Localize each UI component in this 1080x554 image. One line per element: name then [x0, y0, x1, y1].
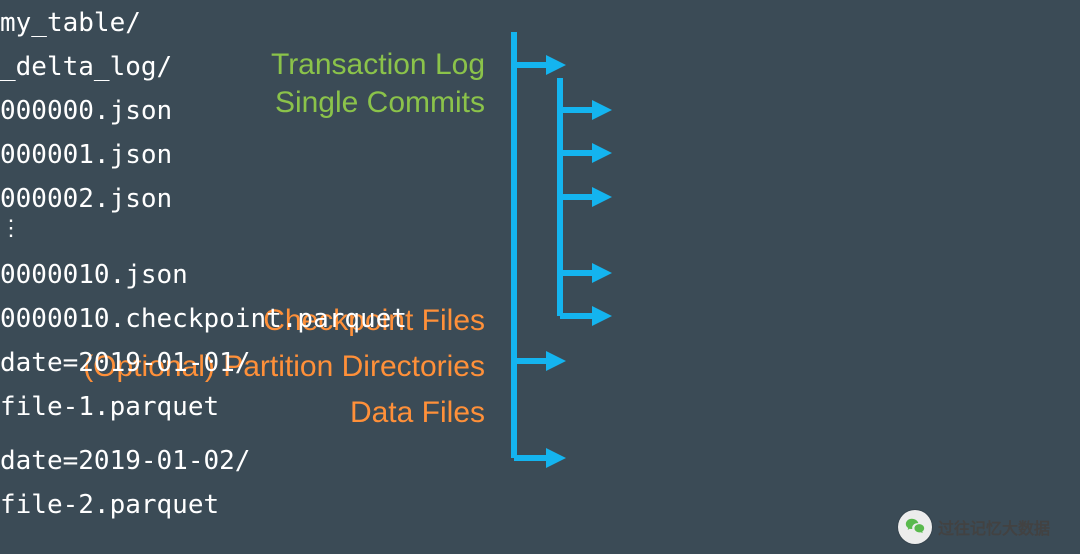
label-line: Single Commits — [275, 86, 485, 119]
tree-commit: 000001.json — [0, 140, 172, 170]
tree-commit-last: 0000010.json — [0, 260, 188, 290]
tree-partition: date=2019-01-02/ — [0, 446, 250, 476]
watermark: 过往记忆大数据 — [898, 510, 1050, 544]
tree-commit: 000000.json — [0, 96, 172, 126]
tree-file: file-2.parquet — [0, 490, 219, 520]
tree-root: my_table/ — [0, 8, 141, 38]
tree-partition: date=2019-01-01/ — [0, 348, 250, 378]
tree-delta-log: _delta_log/ — [0, 52, 172, 82]
tree-commit: 000002.json — [0, 184, 172, 214]
label-line: Transaction Log — [271, 48, 485, 81]
tree-checkpoint: 0000010.checkpoint.parquet — [0, 304, 407, 334]
tree-file: file-1.parquet — [0, 392, 219, 422]
watermark-text: 过往记忆大数据 — [938, 515, 1050, 539]
tree-ellipsis: ⋮ — [0, 216, 22, 241]
diagram-stage: Transaction Log Single Commits Checkpoin… — [0, 0, 1080, 554]
wechat-icon — [898, 510, 932, 544]
